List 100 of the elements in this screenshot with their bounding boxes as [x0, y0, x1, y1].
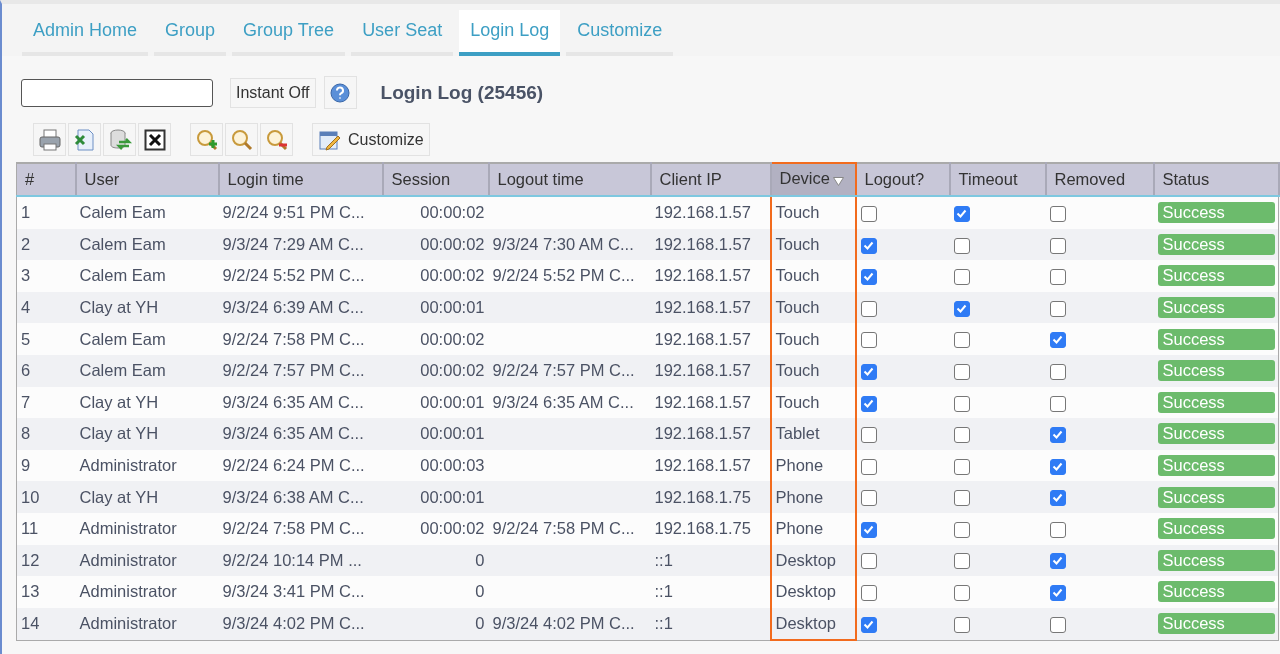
checkbox[interactable] [953, 553, 970, 570]
column-header[interactable]: Timeout [949, 163, 1046, 196]
column-header[interactable]: Login time [218, 163, 383, 196]
table-cell: 9/3/24 3:41 PM C... [218, 576, 383, 608]
zoom-out-icon[interactable] [260, 123, 293, 156]
table-cell: 0 [382, 607, 489, 641]
table-cell: 14 [16, 607, 76, 641]
checkbox[interactable] [860, 553, 877, 570]
checkbox[interactable] [860, 616, 877, 633]
search-icon[interactable] [225, 123, 258, 156]
checkbox[interactable] [1049, 237, 1066, 254]
table-cell: Calem Eam [75, 323, 219, 355]
table-cell: Desktop [770, 576, 856, 608]
column-header[interactable]: Status [1153, 163, 1279, 196]
table-cell: 5 [16, 323, 76, 355]
checkbox[interactable] [1049, 395, 1066, 412]
column-header[interactable]: Session [382, 163, 489, 196]
table-cell: 00:00:02 [382, 323, 489, 355]
table-cell: 9/2/24 6:24 PM C... [218, 449, 383, 482]
checkbox[interactable] [860, 237, 877, 254]
table-cell: Tablet [770, 418, 856, 450]
status-badge: Success [1157, 486, 1275, 508]
checkbox[interactable] [860, 585, 877, 602]
checkbox[interactable] [1049, 300, 1066, 317]
table-cell: 9/3/24 6:35 AM C... [488, 386, 651, 419]
checkbox[interactable] [1049, 427, 1066, 444]
checkbox[interactable] [953, 427, 970, 444]
instant-off-button[interactable]: Instant Off [230, 77, 316, 108]
checkbox[interactable] [860, 458, 877, 475]
table-cell: 4 [16, 291, 76, 324]
table-cell: 192.168.1.57 [650, 323, 771, 355]
customize-button[interactable]: Customize [312, 123, 430, 156]
checkbox[interactable] [1049, 553, 1066, 570]
table-cell: Calem Eam [75, 228, 219, 261]
column-header[interactable]: Client IP [650, 163, 771, 196]
checkbox[interactable] [1049, 458, 1066, 475]
checkbox[interactable] [953, 521, 970, 538]
checkbox[interactable] [860, 395, 877, 412]
checkbox[interactable] [953, 332, 970, 349]
checkbox[interactable] [953, 205, 970, 222]
table-cell: Administrator [75, 449, 219, 482]
status-badge: Success [1157, 328, 1275, 350]
checkbox[interactable] [1049, 205, 1066, 222]
print-icon[interactable] [33, 123, 66, 156]
column-header[interactable]: Device [770, 163, 856, 196]
table-cell: 9/3/24 6:35 AM C... [218, 418, 383, 450]
checkbox[interactable] [953, 585, 970, 602]
table-cell: 00:00:02 [382, 228, 489, 261]
zoom-in-icon[interactable] [190, 123, 223, 156]
checkbox[interactable] [1049, 332, 1066, 349]
table-cell: Touch [770, 386, 856, 419]
checkbox[interactable] [1049, 490, 1066, 507]
table-cell: 9/2/24 7:58 PM C... [488, 512, 651, 545]
close-icon[interactable] [138, 123, 171, 156]
checkbox[interactable] [1049, 616, 1066, 633]
checkbox[interactable] [953, 395, 970, 412]
column-header[interactable]: Removed [1045, 163, 1154, 196]
checkbox[interactable] [1049, 269, 1066, 286]
table-cell: Administrator [75, 512, 219, 545]
column-header[interactable]: # [16, 163, 76, 196]
checkbox[interactable] [953, 616, 970, 633]
spreadsheet-export-icon[interactable] [68, 123, 101, 156]
checkbox[interactable] [953, 363, 970, 380]
table-cell: 9/2/24 5:52 PM C... [488, 260, 651, 292]
checkbox[interactable] [860, 269, 877, 286]
checkbox[interactable] [953, 237, 970, 254]
table-cell: 00:00:01 [382, 481, 489, 513]
checkbox[interactable] [860, 205, 877, 222]
table-cell: 00:00:03 [382, 449, 489, 482]
table-cell: Touch [770, 354, 856, 387]
checkbox[interactable] [1049, 585, 1066, 602]
checkbox[interactable] [860, 363, 877, 380]
table-cell: Calem Eam [75, 196, 219, 229]
column-header[interactable]: User [75, 163, 219, 196]
checkbox[interactable] [860, 427, 877, 444]
table-cell: 1 [16, 196, 76, 229]
checkbox[interactable] [953, 300, 970, 317]
checkbox[interactable] [860, 521, 877, 538]
checkbox[interactable] [860, 300, 877, 317]
table-cell: 7 [16, 386, 76, 419]
checkbox[interactable] [953, 458, 970, 475]
table-cell: 9/3/24 4:02 PM C... [488, 607, 651, 641]
table-cell: 9/2/24 7:57 PM C... [488, 354, 651, 387]
checkbox[interactable] [860, 490, 877, 507]
table-cell: 192.168.1.57 [650, 228, 771, 261]
status-badge: Success [1157, 549, 1275, 571]
checkbox[interactable] [953, 269, 970, 286]
checkbox[interactable] [1049, 363, 1066, 380]
column-header[interactable]: Logout? [855, 163, 950, 196]
table-cell: 8 [16, 418, 76, 450]
table-cell: 00:00:01 [382, 291, 489, 324]
search-field[interactable] [21, 78, 213, 107]
table-cell: Clay at YH [75, 386, 219, 419]
checkbox[interactable] [860, 332, 877, 349]
table-cell: 9 [16, 449, 76, 482]
column-header[interactable]: Logout time [488, 163, 651, 196]
help-icon[interactable] [323, 76, 357, 109]
checkbox[interactable] [1049, 521, 1066, 538]
status-badge: Success [1157, 202, 1275, 224]
checkbox[interactable] [953, 490, 970, 507]
